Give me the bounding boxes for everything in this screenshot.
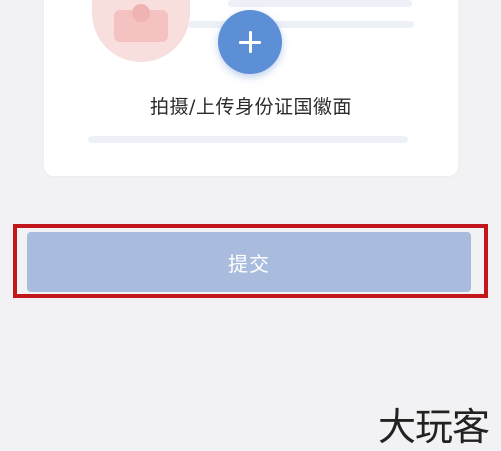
watermark: 大玩客 (377, 405, 490, 449)
placeholder-line (228, 0, 412, 7)
id-card-upload-area[interactable]: 拍摄/上传身份证国徽面 (44, 0, 458, 176)
upload-label: 拍摄/上传身份证国徽面 (150, 96, 352, 118)
upload-plus-button[interactable] (218, 10, 282, 74)
submit-button[interactable]: 提交 (27, 232, 471, 292)
emblem-star (132, 4, 150, 22)
national-emblem-placeholder (92, 0, 190, 62)
placeholder-line (88, 136, 408, 143)
